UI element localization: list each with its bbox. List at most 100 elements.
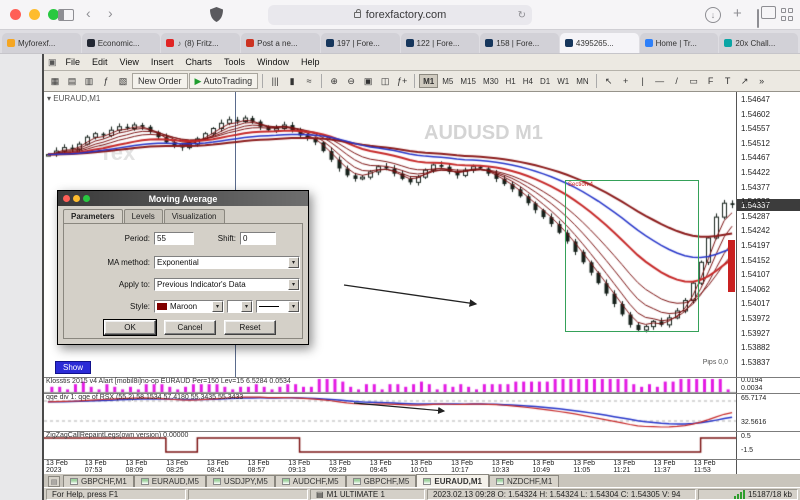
data-window-button[interactable]: ƒ	[98, 73, 114, 89]
cursor-button[interactable]: ↖	[601, 73, 617, 89]
download-icon[interactable]: ↓	[705, 7, 721, 23]
browser-tab-2[interactable]: Economic...	[82, 33, 161, 53]
chevron-down-icon[interactable]: ▾	[288, 257, 299, 268]
tile-windows-button[interactable]: ▣	[360, 73, 376, 89]
profiles-button[interactable]: ▤	[64, 73, 80, 89]
new-chart-button[interactable]: ▦	[47, 73, 63, 89]
timeframe-mn[interactable]: MN	[573, 74, 591, 88]
menu-charts[interactable]: Charts	[179, 55, 218, 69]
minimize-button[interactable]	[29, 9, 40, 20]
show-button[interactable]: Show	[55, 361, 91, 374]
text-button[interactable]: T	[720, 73, 736, 89]
style-line-select[interactable]: ▾	[256, 300, 300, 313]
dialog-tab-parameters[interactable]: Parameters	[63, 209, 123, 223]
sidebar-icon[interactable]	[58, 9, 74, 21]
price-axis[interactable]: 1.54337 0.0194 0.0034 65.7174 32.5616 0.…	[736, 92, 800, 474]
dialog-close-button[interactable]	[63, 195, 70, 202]
dialog-tab-visualization[interactable]: Visualization	[164, 209, 225, 223]
dialog-tab-levels[interactable]: Levels	[124, 209, 163, 223]
ma-method-select[interactable]: Exponential ▾	[154, 256, 300, 269]
zoom-in-button[interactable]: ⊕	[326, 73, 342, 89]
timeframe-m5[interactable]: M5	[439, 74, 456, 88]
timeframe-h4[interactable]: H4	[520, 74, 536, 88]
chart-tab-usdjpym5[interactable]: USDJPY,M5	[206, 475, 275, 487]
browser-tab-5[interactable]: 197 | Fore...	[321, 33, 400, 53]
browser-tab-4[interactable]: Post a ne...	[241, 33, 320, 53]
zoom-out-button[interactable]: ⊖	[343, 73, 359, 89]
ok-button[interactable]: OK	[104, 320, 156, 335]
tab-overview-icon[interactable]	[757, 9, 759, 28]
tab-audio-icon[interactable]: ♪	[177, 39, 181, 48]
menu-file[interactable]: File	[60, 55, 87, 69]
timeframe-m30[interactable]: M30	[480, 74, 502, 88]
moving-average-dialog[interactable]: Moving Average ParametersLevelsVisualiza…	[57, 190, 309, 345]
time-axis[interactable]: 13 Feb 202313 Feb 07:5313 Feb 08:0913 Fe…	[44, 459, 736, 474]
annotation-rectangle[interactable]: Section 4	[565, 180, 699, 332]
browser-tab-8[interactable]: 4395265...	[560, 33, 639, 53]
chevron-down-icon[interactable]: ▾	[212, 301, 223, 312]
vertical-line-button[interactable]: |	[635, 73, 651, 89]
chart-tab-audchfm5[interactable]: AUDCHF,M5	[275, 475, 346, 487]
menu-edit[interactable]: Edit	[86, 55, 114, 69]
bar-chart-button[interactable]: |||	[267, 73, 283, 89]
timeframe-h1[interactable]: H1	[503, 74, 519, 88]
forward-icon[interactable]: ›	[108, 5, 113, 21]
browser-tab-7[interactable]: 158 | Fore...	[480, 33, 559, 53]
menu-window[interactable]: Window	[251, 55, 295, 69]
timeframe-w1[interactable]: W1	[554, 74, 572, 88]
tab-scroll-icon[interactable]: ▤	[48, 476, 60, 487]
fibonacci-button[interactable]: F	[703, 73, 719, 89]
new-tab-icon[interactable]: +	[733, 5, 742, 22]
navigator-button[interactable]: ▧	[115, 73, 131, 89]
collapse-icon[interactable]: ▾	[47, 94, 51, 103]
chart-tab-gbpchfm5[interactable]: GBPCHF,M5	[346, 475, 417, 487]
shift-input[interactable]: 0	[240, 232, 276, 245]
menu-view[interactable]: View	[114, 55, 145, 69]
chart-tab-euraudm5[interactable]: EURAUD,M5	[134, 475, 206, 487]
market-watch-button[interactable]: ▥	[81, 73, 97, 89]
style-color-select[interactable]: Maroon ▾	[154, 300, 224, 313]
chevron-down-icon[interactable]: ▾	[288, 301, 299, 312]
cancel-button[interactable]: Cancel	[164, 320, 216, 335]
dialog-zoom-button[interactable]	[83, 195, 90, 202]
trendline-button[interactable]: /	[669, 73, 685, 89]
timeframe-d1[interactable]: D1	[537, 74, 553, 88]
browser-tab-10[interactable]: 20x Chall...	[719, 33, 798, 53]
style-width-select[interactable]: ▾	[227, 300, 253, 313]
browser-tab-9[interactable]: Home | Tr...	[640, 33, 719, 53]
timeframe-m15[interactable]: M15	[457, 74, 479, 88]
chevron-down-icon[interactable]: ▾	[241, 301, 252, 312]
chevron-down-icon[interactable]: ▾	[288, 279, 299, 290]
reload-icon[interactable]: ↻	[518, 10, 526, 21]
chart-tab-nzdchfm1[interactable]: NZDCHF,M1	[489, 475, 559, 487]
chart-tab-euraudm1[interactable]: EURAUD,M1	[416, 474, 489, 487]
indicators-button[interactable]: ƒ+	[394, 73, 410, 89]
auto-scroll-button[interactable]: ◫	[377, 73, 393, 89]
close-button[interactable]	[10, 9, 21, 20]
new-order-button[interactable]: New Order	[132, 73, 188, 89]
autotrading-button[interactable]: ▶AutoTrading	[189, 73, 259, 89]
toolbar-overflow-button[interactable]: »	[754, 73, 770, 89]
back-icon[interactable]: ‹	[86, 5, 91, 21]
address-bar[interactable]: forexfactory.com ↻	[268, 5, 532, 25]
period-input[interactable]: 55	[154, 232, 194, 245]
rectangle-button[interactable]: ▭	[686, 73, 702, 89]
candlestick-chart-button[interactable]: ▮	[284, 73, 300, 89]
arrow-tool-button[interactable]: ↗	[737, 73, 753, 89]
privacy-shield-icon[interactable]	[210, 7, 223, 22]
menu-help[interactable]: Help	[295, 55, 326, 69]
chart-tab-gbpchfm1[interactable]: GBPCHF,M1	[63, 475, 134, 487]
reset-button[interactable]: Reset	[224, 320, 276, 335]
horizontal-line-button[interactable]: —	[652, 73, 668, 89]
tab-groups-icon[interactable]	[781, 8, 794, 21]
browser-tab-6[interactable]: 122 | Fore...	[401, 33, 480, 53]
menu-insert[interactable]: Insert	[145, 55, 180, 69]
dialog-minimize-button[interactable]	[73, 195, 80, 202]
menu-tools[interactable]: Tools	[218, 55, 251, 69]
apply-to-select[interactable]: Previous Indicator's Data ▾	[154, 278, 300, 291]
dialog-titlebar[interactable]: Moving Average	[58, 191, 308, 206]
browser-tab-1[interactable]: Myforexf...	[2, 33, 81, 53]
browser-tab-3[interactable]: ♪(8) Fritz...	[161, 33, 240, 53]
crosshair-button[interactable]: +	[618, 73, 634, 89]
line-chart-button[interactable]: ≈	[301, 73, 317, 89]
